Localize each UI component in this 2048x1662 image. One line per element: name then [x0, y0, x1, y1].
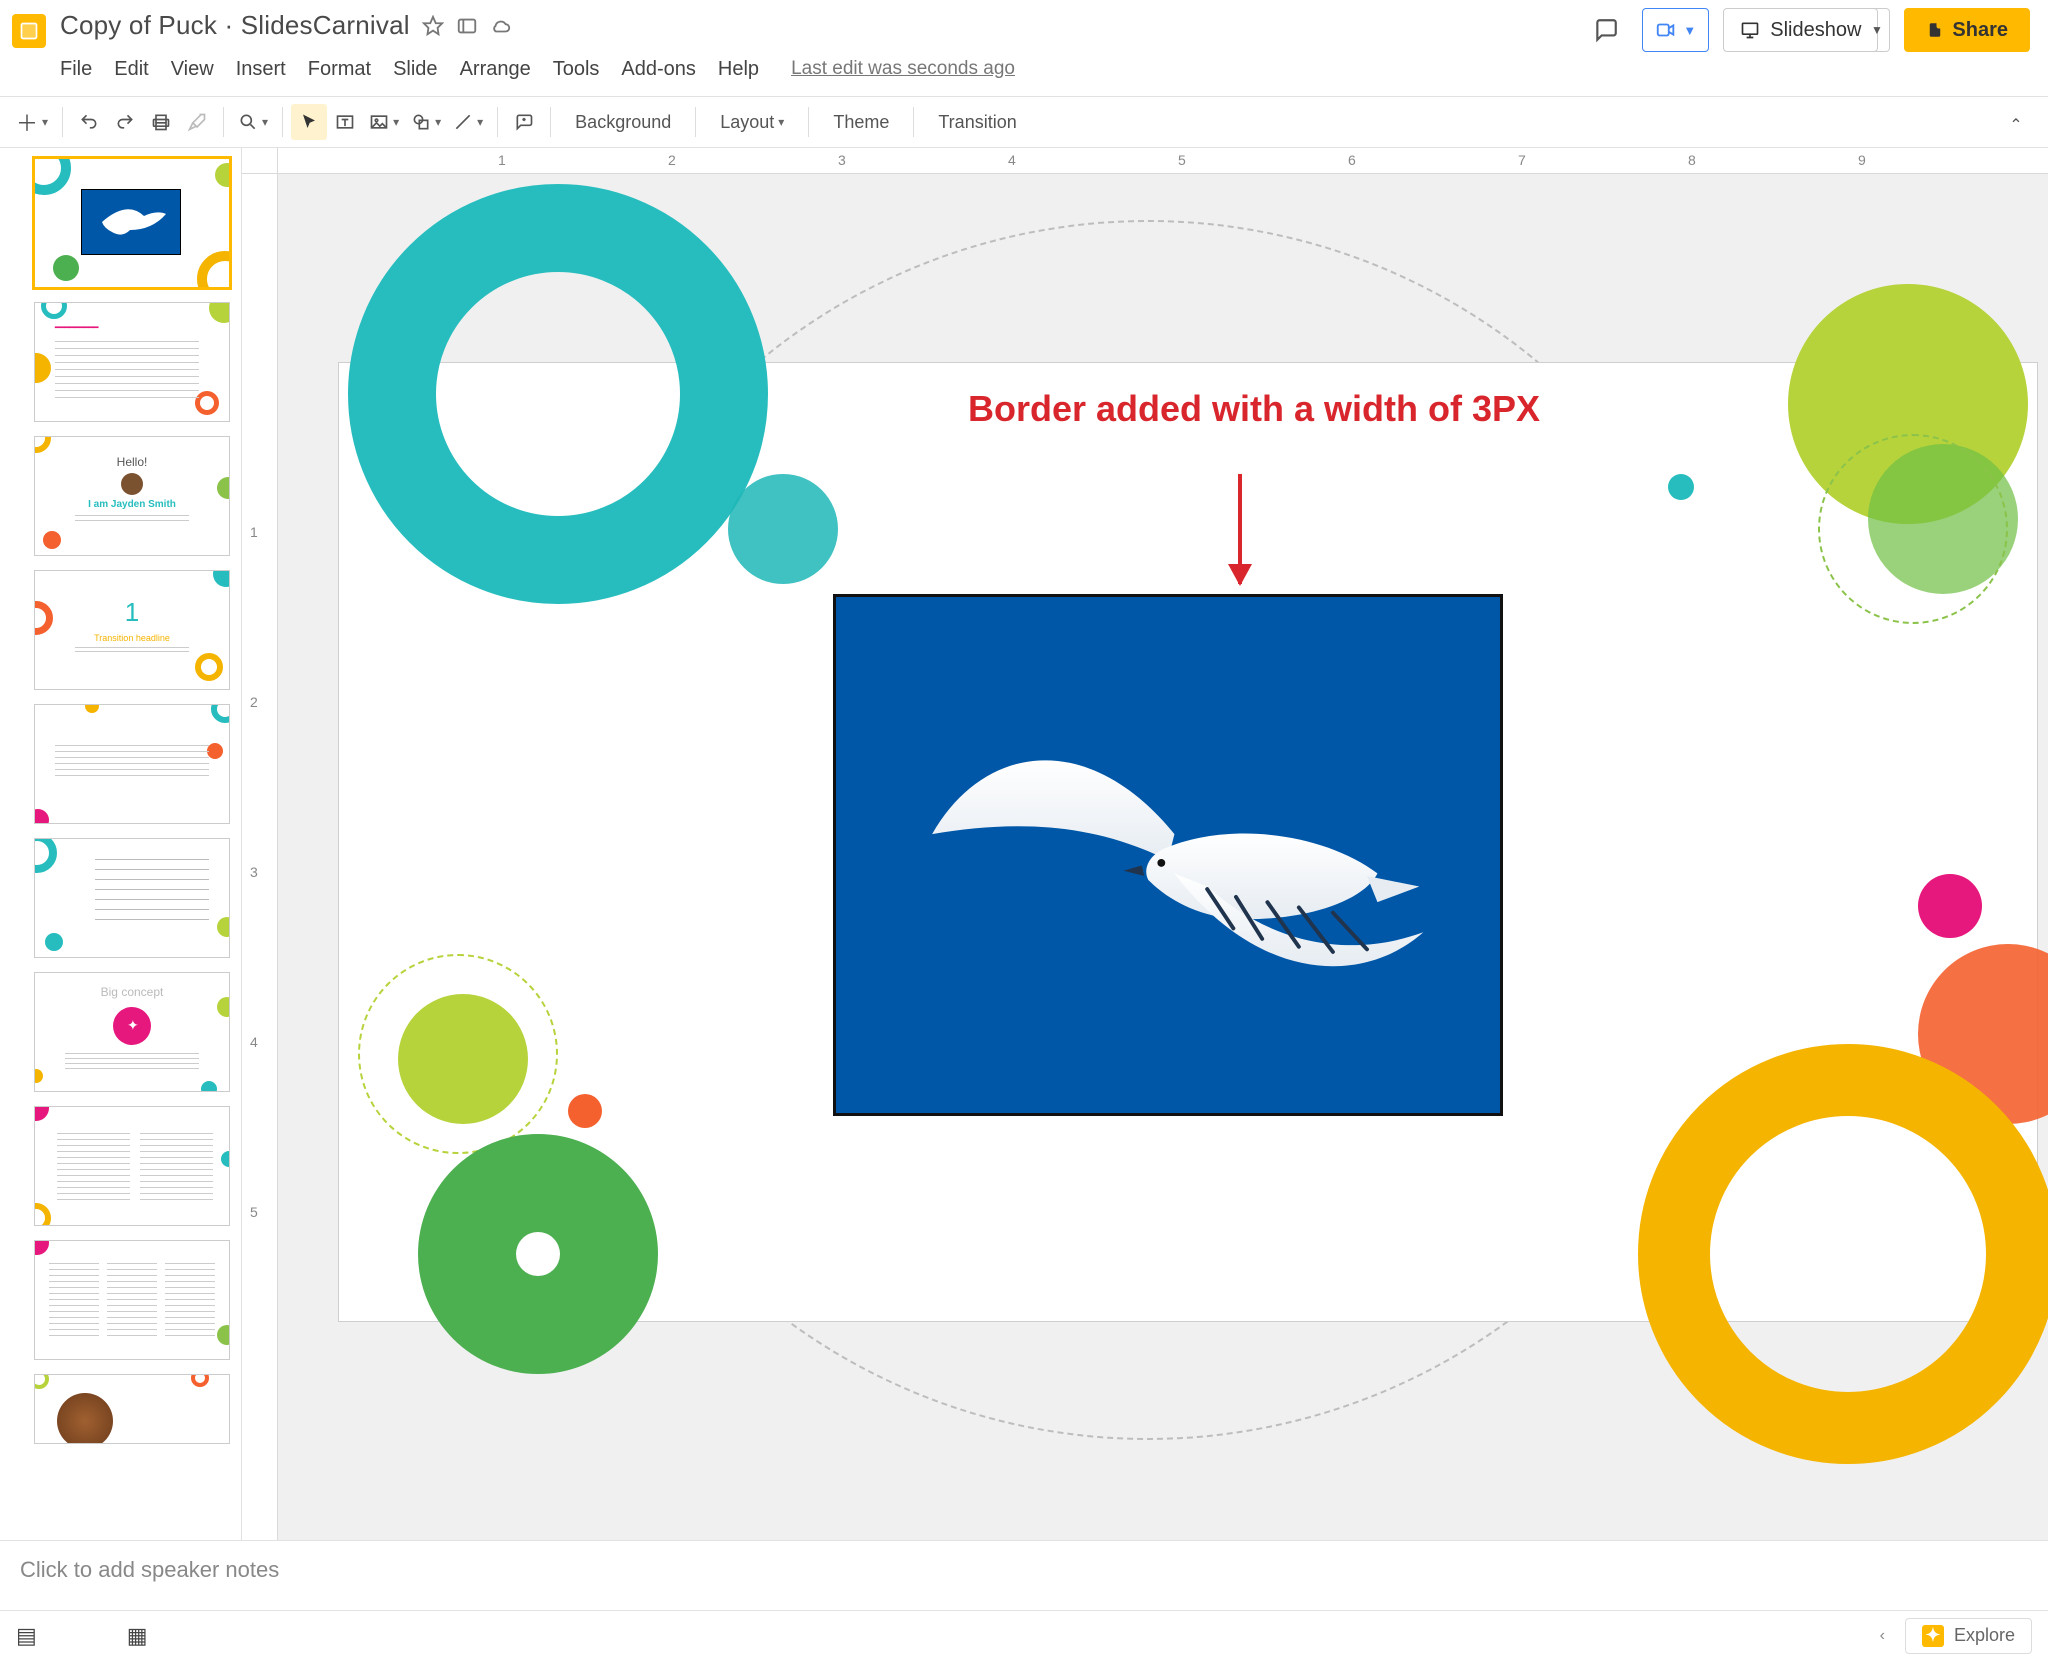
- chevron-left-icon[interactable]: ‹: [1880, 1627, 1885, 1645]
- canvas-area[interactable]: 1 2 3 4 5 6 7 8 9 1 2 3 4 5: [242, 148, 2048, 1540]
- shape-tool[interactable]: ▾: [405, 104, 447, 140]
- background-button[interactable]: Background: [559, 104, 687, 140]
- comments-icon[interactable]: [1584, 8, 1628, 52]
- document-title[interactable]: Copy of Puck · SlidesCarnival: [60, 10, 410, 41]
- layout-button[interactable]: Layout▾: [704, 104, 800, 140]
- app-logo-icon[interactable]: [12, 14, 46, 48]
- move-icon[interactable]: [456, 15, 478, 37]
- deco-lime-solid: [398, 994, 528, 1124]
- redo-button[interactable]: [107, 104, 143, 140]
- thumb-number: [8, 158, 26, 160]
- slide-thumb-1[interactable]: [34, 158, 230, 288]
- slideshow-dropdown[interactable]: ▼: [1864, 8, 1890, 52]
- menu-arrange[interactable]: Arrange: [460, 58, 531, 81]
- thumb7-title: Big concept: [35, 985, 229, 999]
- ruler-horizontal: 1 2 3 4 5 6 7 8 9: [278, 148, 2048, 174]
- menu-help[interactable]: Help: [718, 58, 759, 81]
- textbox-tool[interactable]: [327, 104, 363, 140]
- last-edit-link[interactable]: Last edit was seconds ago: [791, 58, 1015, 81]
- speaker-notes-placeholder: Click to add speaker notes: [20, 1557, 279, 1582]
- ruler-corner: [242, 148, 278, 174]
- deco-yellow-ring: [1638, 1044, 2048, 1464]
- ruler-vertical: 1 2 3 4 5: [242, 174, 278, 1540]
- menu-tools[interactable]: Tools: [553, 58, 600, 81]
- cloud-status-icon[interactable]: [490, 15, 512, 37]
- menu-bar: File Edit View Insert Format Slide Arran…: [0, 52, 2048, 96]
- thumb3-name: I am Jayden Smith: [35, 499, 229, 510]
- thumb4-num: 1: [35, 597, 229, 628]
- speaker-notes[interactable]: Click to add speaker notes: [0, 1540, 2048, 1610]
- line-tool[interactable]: ▾: [447, 104, 489, 140]
- slide-thumb-10[interactable]: [34, 1374, 230, 1444]
- theme-button[interactable]: Theme: [817, 104, 905, 140]
- deco-green-donut-hole: [516, 1232, 560, 1276]
- share-label: Share: [1952, 19, 2008, 42]
- bird-icon: [889, 690, 1447, 1031]
- menu-slide[interactable]: Slide: [393, 58, 437, 81]
- paint-format-button[interactable]: [179, 104, 215, 140]
- deco-teal-ring: [348, 184, 768, 604]
- slide-thumb-8[interactable]: [34, 1106, 230, 1226]
- deco-teal-small: [728, 474, 838, 584]
- present-meet-button[interactable]: ▼: [1642, 8, 1709, 52]
- filmstrip-view-icon[interactable]: ▤: [16, 1623, 37, 1649]
- toolbar: ＋▾ ▾ ▾ ▾ ▾ Background Layout▾ Theme Tran…: [0, 96, 2048, 148]
- thumb4-cap: Transition headline: [35, 633, 229, 643]
- thumb3-hello: Hello!: [35, 455, 229, 469]
- slide-thumb-2[interactable]: ━━━━━━━━━: [34, 302, 230, 422]
- slideshow-label: Slideshow: [1770, 19, 1861, 42]
- menu-view[interactable]: View: [171, 58, 214, 81]
- menu-format[interactable]: Format: [308, 58, 371, 81]
- explore-label: Explore: [1954, 1625, 2015, 1646]
- menu-edit[interactable]: Edit: [114, 58, 148, 81]
- menu-insert[interactable]: Insert: [236, 58, 286, 81]
- slide-thumb-3[interactable]: Hello! I am Jayden Smith: [34, 436, 230, 556]
- slide-image-bird[interactable]: [833, 594, 1503, 1116]
- collapse-toolbar-icon[interactable]: ⌃: [1998, 107, 2034, 143]
- annotation-arrow-icon: [1238, 474, 1242, 584]
- slide-thumb-9[interactable]: [34, 1240, 230, 1360]
- title-bar: Copy of Puck · SlidesCarnival ▼ Slidesho…: [0, 0, 2048, 52]
- explore-button[interactable]: ✦ Explore: [1905, 1618, 2032, 1654]
- deco-orange-dot: [568, 1094, 602, 1128]
- menu-addons[interactable]: Add-ons: [621, 58, 696, 81]
- slide-stage[interactable]: Border added with a width of 3PX: [278, 174, 2048, 1540]
- comment-tool[interactable]: [506, 104, 542, 140]
- slide-thumb-4[interactable]: 1 Transition headline: [34, 570, 230, 690]
- image-tool[interactable]: ▾: [363, 104, 405, 140]
- bottom-bar: ▤ ▦ ‹ ✦ Explore: [0, 1610, 2048, 1660]
- chevron-down-icon: ▼: [1683, 23, 1696, 38]
- deco-pink-dot: [1918, 874, 1982, 938]
- menu-file[interactable]: File: [60, 58, 92, 81]
- slide-thumb-7[interactable]: Big concept ✦: [34, 972, 230, 1092]
- deco-teal-dot: [1668, 474, 1694, 500]
- workspace: ━━━━━━━━━ Hello! I am Jayden Smith: [0, 148, 2048, 1540]
- grid-view-icon[interactable]: ▦: [127, 1623, 148, 1649]
- select-tool[interactable]: [291, 104, 327, 140]
- share-button[interactable]: Share: [1904, 8, 2030, 52]
- new-slide-button[interactable]: ＋▾: [10, 104, 54, 140]
- explore-plus-icon: ✦: [1922, 1625, 1944, 1647]
- layout-label: Layout: [720, 112, 774, 133]
- transition-button[interactable]: Transition: [922, 104, 1032, 140]
- deco-green-dashed: [1818, 434, 2008, 624]
- slide-thumb-6[interactable]: [34, 838, 230, 958]
- slideshow-button[interactable]: Slideshow: [1723, 8, 1878, 52]
- header-right-controls: ▼ Slideshow ▼ Share: [1584, 8, 2030, 52]
- zoom-button[interactable]: ▾: [232, 104, 274, 140]
- annotation-text: Border added with a width of 3PX: [968, 386, 1668, 431]
- slide-panel[interactable]: ━━━━━━━━━ Hello! I am Jayden Smith: [0, 148, 242, 1540]
- slide-thumb-5[interactable]: [34, 704, 230, 824]
- undo-button[interactable]: [71, 104, 107, 140]
- print-button[interactable]: [143, 104, 179, 140]
- star-icon[interactable]: [422, 15, 444, 37]
